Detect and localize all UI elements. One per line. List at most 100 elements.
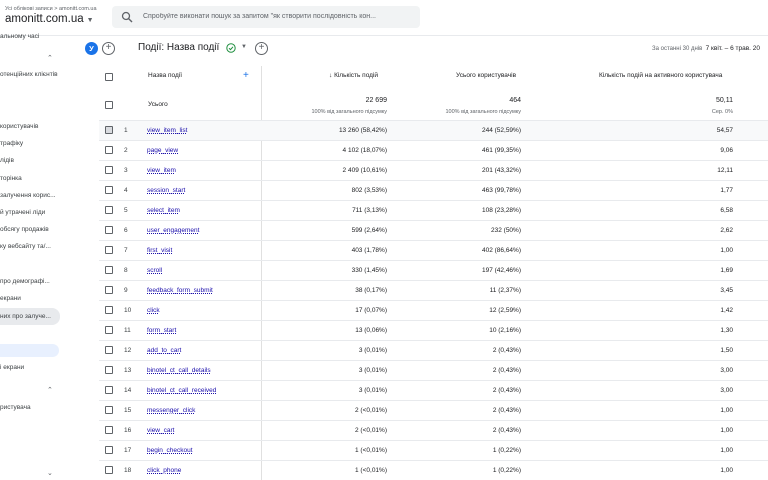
row-index: 4 (124, 187, 128, 194)
select-all-checkbox[interactable] (105, 73, 113, 81)
date-range-picker[interactable]: За останні 30 днів 7 квіт. – 6 трав. 20 (652, 45, 760, 52)
event-name-link[interactable]: view_cart (147, 427, 174, 434)
caret-up-icon[interactable]: ⌃ (47, 386, 53, 394)
row-checkbox[interactable] (105, 346, 113, 354)
row-checkbox[interactable] (105, 206, 113, 214)
event-name-link[interactable]: first_visit (147, 247, 172, 254)
sidebar-item-selected[interactable]: них про залуче... (0, 313, 80, 320)
table-row[interactable]: 7 first_visit 403 (1,78%) 402 (86,64%) 1,00 (99, 240, 768, 260)
header-event-count-label: Кількість подій (334, 72, 379, 79)
table-row[interactable]: 10 click 17 (0,07%) 12 (2,59%) 1,42 (99, 300, 768, 320)
search-bar[interactable]: Спробуйте виконати пошук за запитом "як … (112, 6, 420, 28)
event-name-link[interactable]: messenger_click (147, 407, 195, 414)
row-index: 1 (124, 127, 128, 134)
sidebar-item[interactable]: користувачів (0, 123, 80, 130)
row-index: 6 (124, 227, 128, 234)
account-selector[interactable]: amonitt.com.ua ▼ (5, 13, 94, 25)
add-comparison-button[interactable]: + (102, 42, 115, 55)
sidebar-item[interactable]: екрани (0, 295, 80, 302)
event-name-link[interactable]: page_view (147, 147, 178, 154)
row-checkbox[interactable] (105, 146, 113, 154)
sidebar-item[interactable]: альному часі (0, 33, 80, 40)
header-total-users[interactable]: Усього користувачів (456, 72, 516, 79)
per-user-cell: 1,50 (720, 347, 733, 354)
event-name-link[interactable]: user_engagement (147, 227, 199, 234)
row-checkbox[interactable] (105, 246, 113, 254)
totals-per-user-sub: Сер. 0% (711, 109, 733, 115)
row-checkbox[interactable] (105, 466, 113, 474)
sidebar-item[interactable]: обсягу продажів (0, 226, 80, 233)
sidebar-item[interactable]: й утрачені ліди (0, 209, 80, 216)
table-row[interactable]: 5 select_item 711 (3,13%) 108 (23,28%) 6,58 (99, 200, 768, 220)
table-row[interactable]: 3 view_item 2 409 (10,61%) 201 (43,32%) 12,1… (99, 160, 768, 180)
sidebar-item[interactable]: лідів (0, 157, 80, 164)
table-row[interactable]: 13 binotel_ct_call_details 3 (0,01%) 2 (0,4… (99, 360, 768, 380)
row-checkbox[interactable] (105, 326, 113, 334)
row-checkbox[interactable] (105, 286, 113, 294)
add-dimension-button[interactable]: + (243, 70, 249, 81)
sidebar-item[interactable]: залучення корис... (0, 192, 80, 199)
table-row[interactable]: 11 form_start 13 (0,06%) 10 (2,16%) 1,30 (99, 320, 768, 340)
header-events-per-user[interactable]: Кількість подій на активного користувача (599, 72, 722, 79)
sidebar-item[interactable]: ку вебсайту та/... (0, 243, 80, 250)
row-checkbox[interactable] (105, 166, 113, 174)
event-name-link[interactable]: add_to_cart (147, 347, 181, 354)
event-name-link[interactable]: view_item_list (147, 127, 187, 134)
event-name-link[interactable]: view_item (147, 167, 176, 174)
event-name-link[interactable]: select_item (147, 207, 180, 214)
table-row[interactable]: 12 add_to_cart 3 (0,01%) 2 (0,43%) 1,50 (99, 340, 768, 360)
sidebar-item[interactable]: ристувача (0, 404, 80, 411)
sidebar-item[interactable]: торінка (0, 175, 80, 182)
sidebar-item[interactable]: про демографі... (0, 278, 80, 285)
row-checkbox[interactable] (105, 426, 113, 434)
sidebar-active-item[interactable] (0, 344, 59, 357)
table-row[interactable]: 17 begin_checkout 1 (<0,01%) 1 (0,22%) 1,00 (99, 440, 768, 460)
row-checkbox[interactable] (105, 366, 113, 374)
row-checkbox[interactable] (105, 186, 113, 194)
per-user-cell: 6,58 (720, 207, 733, 214)
table-row[interactable]: 15 messenger_click 2 (<0,01%) 2 (0,43%) 1,00 (99, 400, 768, 420)
table-row[interactable]: 6 user_engagement 599 (2,64%) 232 (50%) 2,62 (99, 220, 768, 240)
segment-avatar[interactable]: У (85, 42, 98, 55)
table-row[interactable]: 1 view_item_list 13 260 (58,42%) 244 (52,59… (99, 120, 768, 140)
chevron-icon[interactable]: ⌄ (47, 469, 53, 477)
caret-up-icon[interactable]: ⌃ (47, 54, 53, 62)
caret-down-icon[interactable]: ▼ (241, 44, 247, 50)
sidebar-item[interactable]: і екрани (0, 364, 80, 371)
row-checkbox[interactable] (105, 306, 113, 314)
event-count-cell: 403 (1,78%) (351, 247, 387, 254)
row-checkbox[interactable] (105, 226, 113, 234)
event-name-link[interactable]: binotel_ct_call_details (147, 367, 211, 374)
table-row[interactable]: 16 view_cart 2 (<0,01%) 2 (0,43%) 1,00 (99, 420, 768, 440)
table-row[interactable]: 8 scroll 330 (1,45%) 197 (42,46%) 1,69 (99, 260, 768, 280)
table-row[interactable]: 18 click_phone 1 (<0,01%) 1 (0,22%) 1,00 (99, 460, 768, 480)
row-checkbox[interactable] (105, 386, 113, 394)
event-name-link[interactable]: begin_checkout (147, 447, 193, 454)
row-checkbox[interactable] (105, 446, 113, 454)
sidebar-item[interactable]: трафіку (0, 140, 80, 147)
table-row[interactable]: 2 page_view 4 102 (18,07%) 461 (99,35%) 9,06 (99, 140, 768, 160)
event-name-link[interactable]: click (147, 307, 160, 314)
table-row[interactable]: 4 session_start 802 (3,53%) 463 (99,78%) 1,7… (99, 180, 768, 200)
row-checkbox[interactable] (105, 266, 113, 274)
header-event-count[interactable]: ↓ Кількість подій (329, 72, 378, 79)
totals-checkbox[interactable] (105, 101, 113, 109)
event-name-link[interactable]: form_start (147, 327, 176, 334)
event-name-link[interactable]: scroll (147, 267, 162, 274)
report-title[interactable]: Події: Назва події (138, 42, 219, 53)
row-checkbox[interactable] (105, 406, 113, 414)
row-index: 17 (124, 447, 132, 454)
event-count-cell: 2 409 (10,61%) (342, 167, 387, 174)
row-index: 3 (124, 167, 128, 174)
breadcrumb[interactable]: Усі облікові записи > amonitt.com.ua (5, 6, 97, 12)
row-checkbox[interactable] (105, 126, 113, 134)
add-report-button[interactable]: + (255, 42, 268, 55)
event-name-link[interactable]: session_start (147, 187, 185, 194)
table-row[interactable]: 9 feedback_form_submit 38 (0,17%) 11 (2,37%… (99, 280, 768, 300)
table-row[interactable]: 14 binotel_ct_call_received 3 (0,01%) 2 (0,… (99, 380, 768, 400)
header-event-name[interactable]: Назва події (148, 72, 182, 79)
event-name-link[interactable]: click_phone (147, 467, 181, 474)
event-name-link[interactable]: binotel_ct_call_received (147, 387, 216, 394)
event-name-link[interactable]: feedback_form_submit (147, 287, 213, 294)
sidebar-item[interactable]: отенційних клієнтів (0, 71, 80, 78)
